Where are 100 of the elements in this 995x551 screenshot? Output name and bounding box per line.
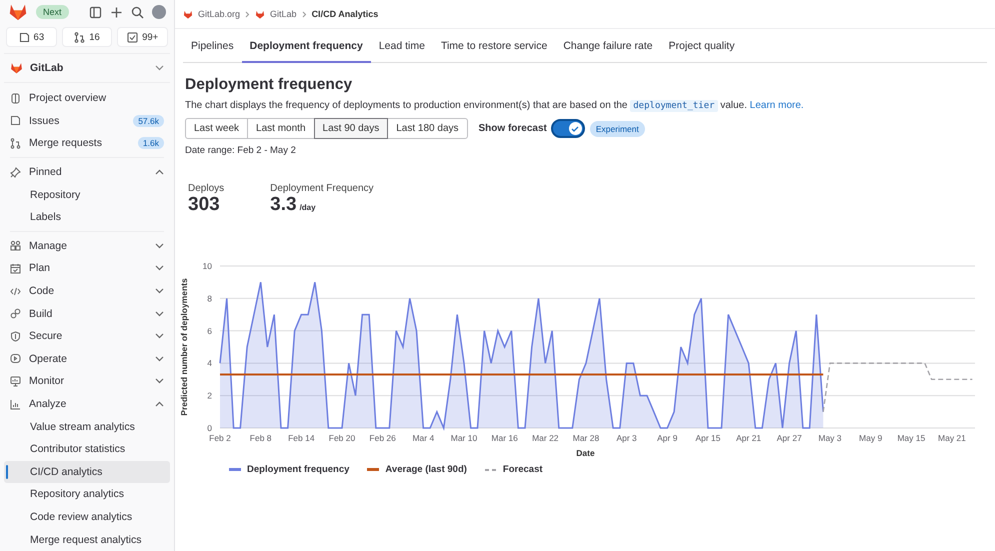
count-badge: 1.6k <box>138 137 164 150</box>
breadcrumb-link[interactable]: GitLab <box>270 9 297 19</box>
learn-more-link[interactable]: Learn more. <box>750 100 804 111</box>
date-range-text: Date range: Feb 2 - May 2 <box>185 145 297 156</box>
axis-tick-label: Feb 2 <box>209 433 231 443</box>
experiment-badge: Experiment <box>590 120 645 136</box>
forecast-toggle[interactable] <box>550 119 585 138</box>
axis-tick-label: Apr 9 <box>657 433 678 443</box>
nav-item[interactable]: Project overview <box>4 87 170 110</box>
stat-label: Deployment Frequency <box>270 183 374 194</box>
axis-tick-label: Mar 28 <box>572 433 600 443</box>
axis-tick-label: Feb 14 <box>288 433 315 443</box>
axis-tick-label: May 9 <box>859 433 882 443</box>
plan-icon <box>10 262 21 274</box>
tab[interactable]: Deployment frequency <box>242 29 371 63</box>
nav-item[interactable]: Merge request analytics <box>4 528 170 551</box>
date-range-button[interactable]: Last month <box>247 118 315 139</box>
tab[interactable]: Pipelines <box>183 29 242 63</box>
analyze-icon <box>10 398 21 410</box>
date-range-button[interactable]: Last week <box>185 118 248 139</box>
nav-item[interactable]: CI/CD analytics <box>4 460 170 484</box>
issues-icon <box>10 115 21 126</box>
build-icon <box>10 308 21 320</box>
axis-tick-label: May 21 <box>938 433 966 443</box>
fox-logo-icon[interactable] <box>8 3 28 21</box>
stat-unit: /day <box>300 203 316 212</box>
nav-item[interactable]: Repository <box>4 183 170 206</box>
nav-item[interactable]: Value stream analytics <box>4 415 170 438</box>
project-switcher[interactable]: GitLab <box>4 54 170 83</box>
tab[interactable]: Lead time <box>370 29 433 63</box>
axis-tick-label: Mar 22 <box>532 433 559 443</box>
plus-icon[interactable] <box>110 6 123 18</box>
issue-icon <box>18 32 30 42</box>
operate-icon <box>10 353 21 364</box>
page-title: Deployment frequency <box>185 76 354 94</box>
legend-label: Deployment frequency <box>247 464 350 475</box>
legend-label: Forecast <box>502 464 543 475</box>
axis-tick-label: 0 <box>207 423 212 433</box>
tab[interactable]: Project quality <box>660 29 743 63</box>
secure-icon <box>10 330 21 342</box>
axis-tick-label: Mar 10 <box>450 433 478 443</box>
axis-tick-label: Mar 4 <box>412 433 434 443</box>
x-axis-title: Date <box>576 448 595 458</box>
stat-value: 303 <box>188 194 220 215</box>
nav-section[interactable]: Pinned <box>4 160 170 184</box>
axis-tick-label: 4 <box>207 358 212 368</box>
next-badge: Next <box>36 5 69 19</box>
stat-value: 3.3 <box>270 194 297 215</box>
avatar[interactable] <box>152 5 166 19</box>
mr-icon <box>10 138 21 149</box>
tab[interactable]: Time to restore service <box>432 29 556 63</box>
axis-tick-label: 2 <box>207 390 212 401</box>
nav-item[interactable]: Issues 57.6k <box>4 110 170 132</box>
nav-item[interactable]: Labels <box>4 206 170 229</box>
overview-icon <box>10 92 21 104</box>
nav-section[interactable]: Code <box>4 280 170 302</box>
legend-label: Average (last 90d) <box>385 464 467 475</box>
nav-section[interactable]: Monitor <box>4 370 170 393</box>
nav-item[interactable]: Code review analytics <box>4 506 170 528</box>
tab[interactable]: Change failure rate <box>555 29 661 63</box>
axis-tick-label: Apr 3 <box>616 433 637 443</box>
search-icon[interactable] <box>131 6 144 18</box>
axis-tick-label: Apr 21 <box>736 433 762 443</box>
issues-counter[interactable]: 63 <box>6 27 57 47</box>
nav-section[interactable]: Plan <box>4 257 170 280</box>
date-range-button[interactable]: Last 90 days <box>314 118 388 139</box>
nav-item[interactable]: Merge requests 1.6k <box>4 132 170 155</box>
breadcrumb-link[interactable]: GitLab.org <box>198 9 240 19</box>
toggle-label: Show forecast <box>478 123 547 134</box>
pin-icon <box>10 166 21 178</box>
stat-label: Deploys <box>188 183 224 194</box>
axis-tick-label: 10 <box>202 261 212 271</box>
checkbox-icon <box>127 32 138 42</box>
nav-section[interactable]: Secure <box>4 324 170 348</box>
breadcrumb-link[interactable]: CI/CD Analytics <box>312 9 378 19</box>
axis-tick-label: 8 <box>207 293 212 304</box>
chevron-right-icon <box>302 10 307 18</box>
date-range-button[interactable]: Last 180 days <box>387 118 468 139</box>
code-icon <box>10 286 21 297</box>
axis-tick-label: May 3 <box>818 433 842 443</box>
nav-item[interactable]: Contributor statistics <box>4 438 170 460</box>
nav-section[interactable]: Manage <box>4 234 170 258</box>
legend-swatch <box>367 468 380 471</box>
chevron-right-icon <box>245 10 250 18</box>
axis-tick-label: Feb 8 <box>250 433 272 443</box>
merge-request-icon <box>74 32 86 42</box>
nav-section[interactable]: Analyze <box>4 392 170 416</box>
nav-section[interactable]: Build <box>4 302 170 325</box>
manage-icon <box>10 240 21 252</box>
axis-tick-label: Feb 26 <box>369 433 396 443</box>
axis-tick-label: Mar 16 <box>491 433 518 443</box>
active-indicator <box>6 464 8 480</box>
nav-section[interactable]: Operate <box>4 348 170 370</box>
check-icon <box>571 124 580 132</box>
merge-requests-counter[interactable]: 16 <box>62 27 112 47</box>
nav-item[interactable]: Repository analytics <box>4 483 170 506</box>
todos-counter[interactable]: 99+ <box>117 27 168 47</box>
axis-tick-label: Apr 27 <box>776 433 802 443</box>
panel-toggle-icon[interactable] <box>89 6 102 18</box>
description-text: The chart displays the frequency of deployments to production environment(s) that are based on the deployment_tier value. Learn more. <box>185 100 805 111</box>
